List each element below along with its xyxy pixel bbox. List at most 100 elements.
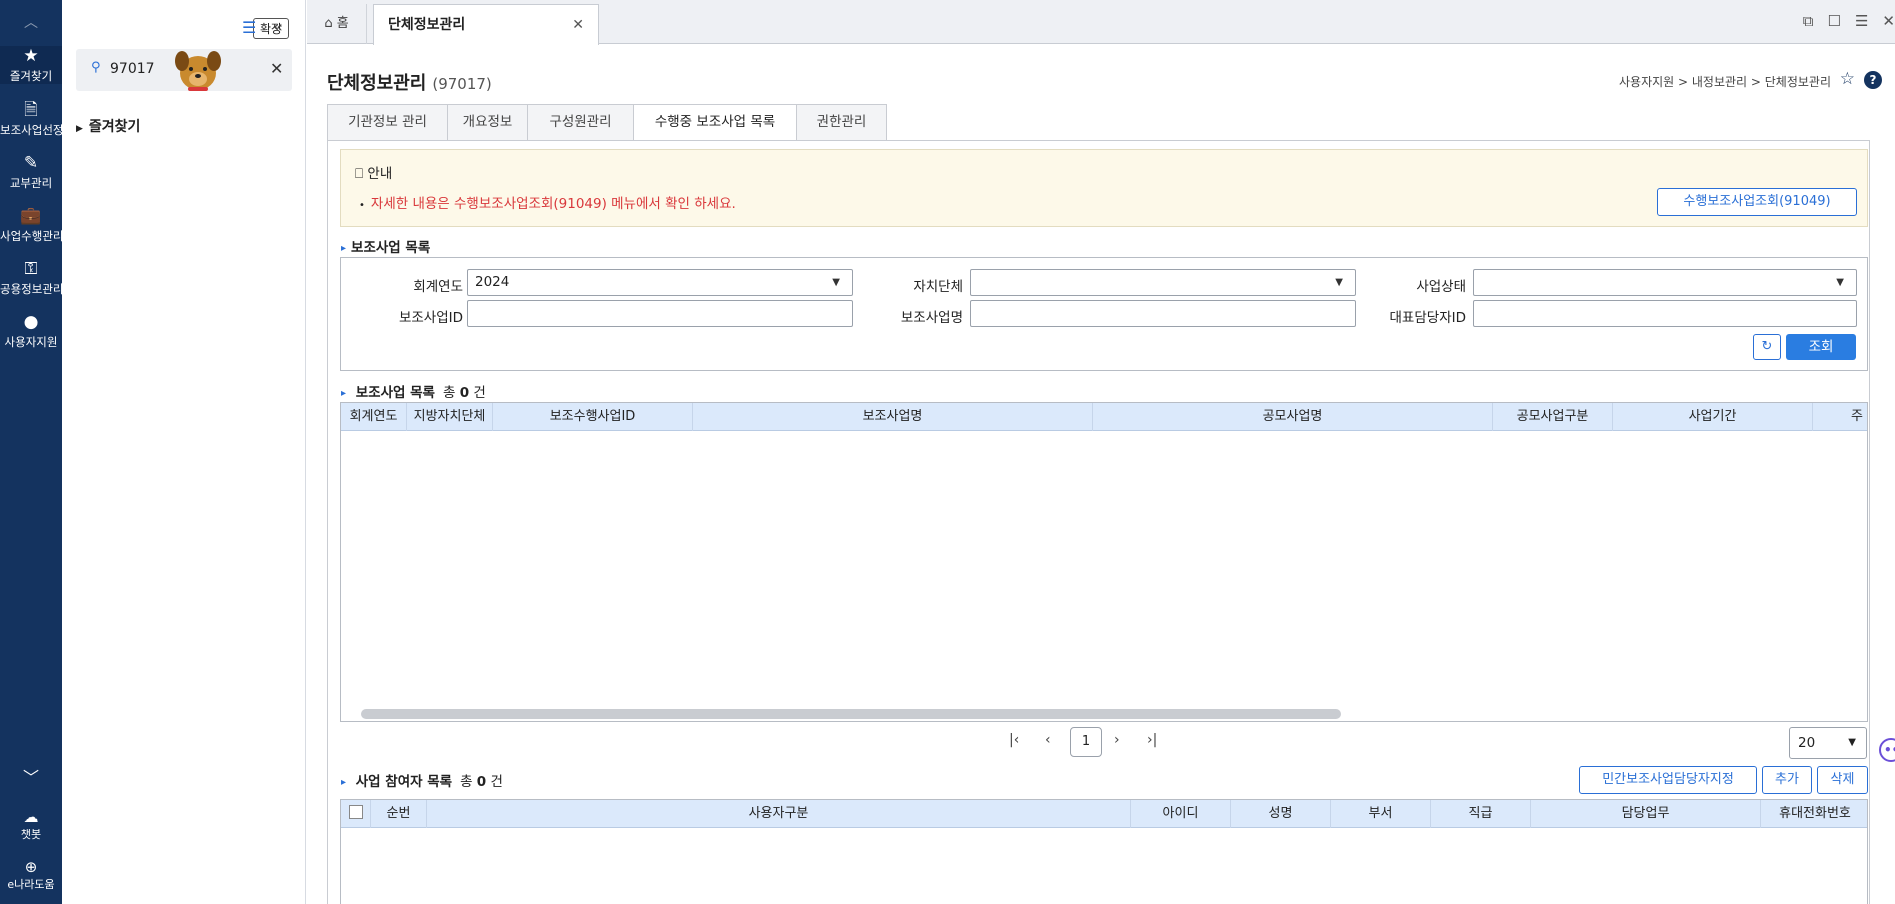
subtab-org-info[interactable]: 기관정보 관리 [327, 104, 448, 141]
subtab-overview[interactable]: 개요정보 [447, 104, 528, 141]
list-section-title: 보조사업 목록 총 0 건 [341, 381, 486, 401]
page-title: 단체정보관리 (97017) [327, 69, 492, 95]
col-dept[interactable]: 부서 [1331, 800, 1431, 828]
col-project-exec-id[interactable]: 보조수행사업ID [493, 403, 693, 431]
first-page-icon[interactable]: |‹ [1009, 732, 1019, 748]
project-id-label: 보조사업ID [398, 310, 463, 326]
tab-label: 홈 [336, 16, 349, 31]
participants-grid: 순번 사용자구분 아이디 성명 부서 직급 담당업무 휴대전화번호 [340, 799, 1868, 904]
chatbot-button[interactable]: ☁ 챗봇 [0, 808, 62, 842]
col-seq[interactable]: 순번 [371, 800, 427, 828]
rail-item-grant[interactable]: ✎ 교부관리 [0, 153, 62, 191]
col-local-gov[interactable]: 지방자치단체 [407, 403, 493, 431]
rail-label: 교부관리 [9, 176, 53, 190]
chatbot-label: 챗봇 [20, 828, 42, 841]
rail-item-common-info[interactable]: ⚿ 공용정보관리 [0, 259, 62, 297]
collapse-icon[interactable]: « [273, 17, 283, 36]
maximize-icon[interactable]: ☐ [1828, 12, 1855, 30]
rail-label: 사용자지원 [4, 335, 58, 349]
rail-item-selection[interactable]: 🗎 보조사업선정 [0, 100, 62, 138]
notice-heading-text: 안내 [367, 166, 393, 182]
scroll-up-icon[interactable]: ︿ [0, 12, 62, 32]
window-controls: ⧉☐☰✕ [1803, 12, 1895, 30]
mascot-image [175, 51, 221, 91]
breadcrumb: 사용자지원 > 내정보관리 > 단체정보관리 [1618, 75, 1831, 89]
globe-icon: ⊕ [24, 858, 38, 876]
help-icon[interactable]: ? [1864, 71, 1882, 89]
rail-item-user-support[interactable]: ● 사용자지원 [0, 312, 62, 350]
notice-box: ⎕ 안내 • 자세한 내용은 수행보조사업조회(91049) 메뉴에서 확인 하세… [340, 149, 1868, 227]
subtab-members[interactable]: 구성원관리 [527, 104, 634, 141]
col-contest-name[interactable]: 공모사업명 [1093, 403, 1493, 431]
col-next[interactable]: 주 [1813, 403, 1867, 431]
participants-count: 총 0 건 [460, 774, 503, 790]
next-page-icon[interactable]: › [1114, 732, 1120, 748]
rail-label: 공용정보관리 [0, 282, 62, 296]
expand-button[interactable]: 확장 [253, 18, 290, 39]
briefcase-icon: 💼 [20, 206, 42, 226]
manager-id-input[interactable] [1473, 300, 1857, 327]
list-icon[interactable]: ☰ [1855, 12, 1882, 30]
favorites-tree-root[interactable]: ▶ 즐겨찾기 [76, 116, 140, 136]
go-project-lookup-button[interactable]: 수행보조사업조회(91049) [1657, 188, 1857, 216]
col-name[interactable]: 성명 [1231, 800, 1331, 828]
side-panel: 확장 ☰ « ⚲ 97017 ✕ ▶ 즐겨찾기 [62, 0, 306, 904]
section-title-text: 보조사업 목록 [351, 240, 431, 256]
rail-item-favorites[interactable]: ★ 즐겨찾기 [0, 46, 62, 84]
document-icon: 🗎 [24, 100, 38, 120]
list-count: 총 0 건 [443, 385, 486, 401]
tree-label: 즐겨찾기 [88, 119, 141, 135]
grid-header: 순번 사용자구분 아이디 성명 부서 직급 담당업무 휴대전화번호 [341, 800, 1867, 828]
assign-manager-button[interactable]: 민간보조사업담당자지정 [1579, 766, 1757, 794]
caret-right-icon: ▶ [76, 124, 83, 134]
delete-button[interactable]: 삭제 [1817, 766, 1868, 794]
subtab-permissions[interactable]: 권한관리 [796, 104, 887, 141]
reset-button[interactable]: ↻ [1753, 334, 1781, 360]
subtab-active-projects[interactable]: 수행중 보조사업 목록 [633, 104, 797, 141]
page-title-text: 단체정보관리 [327, 73, 427, 94]
rail-item-execution[interactable]: 💼 사업수행관리 [0, 206, 62, 244]
col-user-type[interactable]: 사용자구분 [427, 800, 1131, 828]
fiscal-year-label: 회계연도 [413, 279, 463, 295]
col-project-name[interactable]: 보조사업명 [693, 403, 1093, 431]
col-contest-type[interactable]: 공모사업구분 [1493, 403, 1613, 431]
filter-section-title: 보조사업 목록 [341, 236, 430, 256]
tab-home[interactable]: ⌂ 홈 [307, 4, 367, 44]
list-toggle-icon[interactable]: ☰ [242, 18, 256, 37]
col-duty[interactable]: 담당업무 [1531, 800, 1761, 828]
project-status-select[interactable] [1473, 269, 1857, 296]
project-name-label: 보조사업명 [900, 310, 963, 326]
local-gov-label: 자치단체 [913, 279, 963, 295]
last-page-icon[interactable]: ›| [1147, 732, 1157, 748]
page-size-select[interactable]: 20 [1789, 727, 1867, 759]
star-icon: ★ [23, 46, 39, 66]
scroll-down-icon[interactable]: ﹀ [0, 764, 62, 788]
select-all-checkbox[interactable] [348, 805, 363, 819]
col-period[interactable]: 사업기간 [1613, 403, 1813, 431]
close-all-icon[interactable]: ✕ [1882, 12, 1895, 30]
col-user-id[interactable]: 아이디 [1131, 800, 1231, 828]
close-icon[interactable]: ✕ [572, 5, 584, 45]
count-value: 0 [476, 774, 487, 790]
copy-icon[interactable]: ⧉ [1803, 12, 1828, 30]
top-tab-bar: ⌂ 홈 단체정보관리 ✕ ⧉☐☰✕ [307, 0, 1895, 45]
search-button[interactable]: 조회 [1786, 334, 1856, 360]
col-mobile[interactable]: 휴대전화번호 [1761, 800, 1867, 828]
participants-section-title: 사업 참여자 목록 총 0 건 [341, 770, 503, 790]
home-icon: ⌂ [324, 16, 333, 31]
bookmark-star-icon[interactable]: ☆ [1840, 69, 1855, 89]
horizontal-scrollbar[interactable] [361, 709, 1341, 719]
pen-icon: ✎ [23, 153, 39, 173]
add-button[interactable]: 추가 [1762, 766, 1812, 794]
search-input[interactable]: 97017 [110, 61, 155, 77]
grid-header: 회계연도 지방자치단체 보조수행사업ID 보조사업명 공모사업명 공모사업구분 … [341, 403, 1867, 431]
col-rank[interactable]: 직급 [1431, 800, 1531, 828]
page-number[interactable]: 1 [1070, 727, 1102, 757]
col-fiscal-year[interactable]: 회계연도 [341, 403, 407, 431]
tab-group-info[interactable]: 단체정보관리 ✕ [373, 4, 599, 45]
help-site-button[interactable]: ⊕ e나라도움 [0, 858, 62, 892]
key-icon: ⚿ [24, 259, 38, 279]
prev-page-icon[interactable]: ‹ [1045, 732, 1051, 748]
clear-icon[interactable]: ✕ [270, 59, 283, 78]
count-prefix: 총 [460, 774, 473, 790]
